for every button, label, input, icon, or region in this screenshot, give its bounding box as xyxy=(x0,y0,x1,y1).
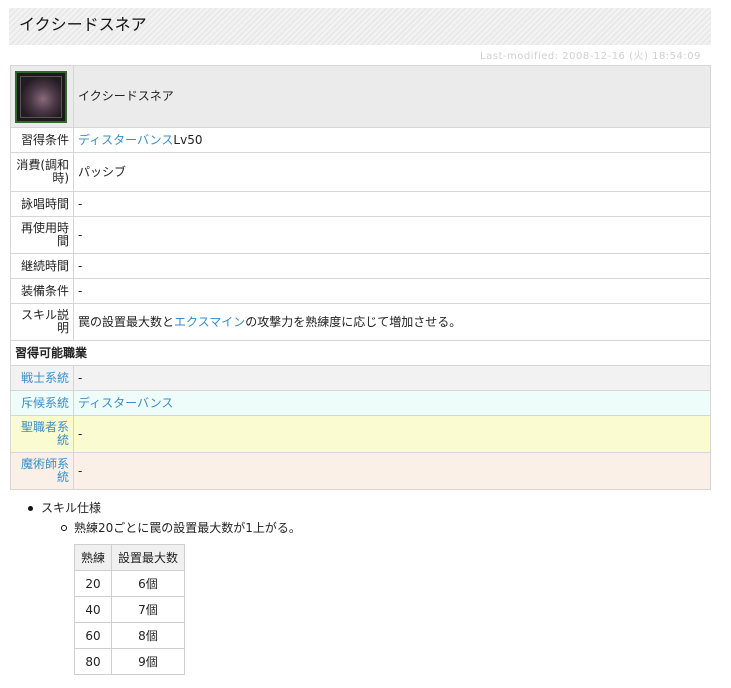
jobs-heading: 習得可能職業 xyxy=(10,340,711,366)
label-description: スキル説明 xyxy=(10,303,74,341)
job-warrior[interactable]: 戦士系統 xyxy=(10,365,74,391)
page-title-bar: イクシードスネア xyxy=(9,8,711,45)
value-cast-time: - xyxy=(73,191,711,217)
spec-list: スキル仕様 熟練20ごとに罠の設置最大数が1上がる。 xyxy=(28,500,301,536)
last-modified: Last-modified: 2008-12-16 (火) 18:54:09 xyxy=(480,51,701,62)
link-disturbance[interactable]: ディスターバンス xyxy=(78,133,173,147)
job-priest-value: - xyxy=(73,415,711,453)
label-cost: 消費(調和時) xyxy=(10,152,74,192)
label-duration: 継続時間 xyxy=(10,253,74,279)
skill-table: イクシードスネア 習得条件 ディスターバンスLv50 消費(調和時) パッシブ … xyxy=(10,65,711,490)
spec-heading: スキル仕様 熟練20ごとに罠の設置最大数が1上がる。 xyxy=(28,500,301,536)
job-mage[interactable]: 魔術師系統 xyxy=(10,452,74,490)
value-description: 罠の設置最大数とエクスマインの攻撃力を熟練度に応じて増加させる。 xyxy=(73,303,711,341)
value-duration: - xyxy=(73,253,711,279)
label-cooldown: 再使用時間 xyxy=(10,216,74,254)
table-row: 20 6個 xyxy=(74,570,185,597)
skill-icon xyxy=(15,70,67,123)
link-exmine[interactable]: エクスマイン xyxy=(174,315,245,329)
spec-sublist: 熟練20ごとに罠の設置最大数が1上がる。 xyxy=(61,520,301,536)
label-cast-time: 詠唱時間 xyxy=(10,191,74,217)
label-equip: 装備条件 xyxy=(10,278,74,304)
table-row: 80 9個 xyxy=(74,648,185,675)
mastery-header-level: 熟練 xyxy=(74,544,112,571)
job-scout[interactable]: 斥候系統 xyxy=(10,390,74,416)
table-row: 40 7個 xyxy=(74,596,185,623)
label-requirement: 習得条件 xyxy=(10,127,74,153)
value-requirement: ディスターバンスLv50 xyxy=(73,127,711,153)
skill-name: イクシードスネア xyxy=(73,65,711,128)
page-title: イクシードスネア xyxy=(19,15,147,34)
mastery-table: 熟練 設置最大数 20 6個 40 7個 60 8個 80 9個 xyxy=(74,544,185,675)
link-disturbance-job[interactable]: ディスターバンス xyxy=(78,396,173,410)
table-row: 60 8個 xyxy=(74,622,185,649)
job-scout-value: ディスターバンス xyxy=(73,390,711,416)
value-equip: - xyxy=(73,278,711,304)
job-warrior-value: - xyxy=(73,365,711,391)
value-cooldown: - xyxy=(73,216,711,254)
spec-sub-item: 熟練20ごとに罠の設置最大数が1上がる。 xyxy=(61,520,301,536)
skill-icon-cell xyxy=(10,65,74,128)
job-mage-value: - xyxy=(73,452,711,490)
mastery-header-max: 設置最大数 xyxy=(111,544,185,571)
value-cost: パッシブ xyxy=(73,152,711,192)
job-priest[interactable]: 聖職者系統 xyxy=(10,415,74,453)
